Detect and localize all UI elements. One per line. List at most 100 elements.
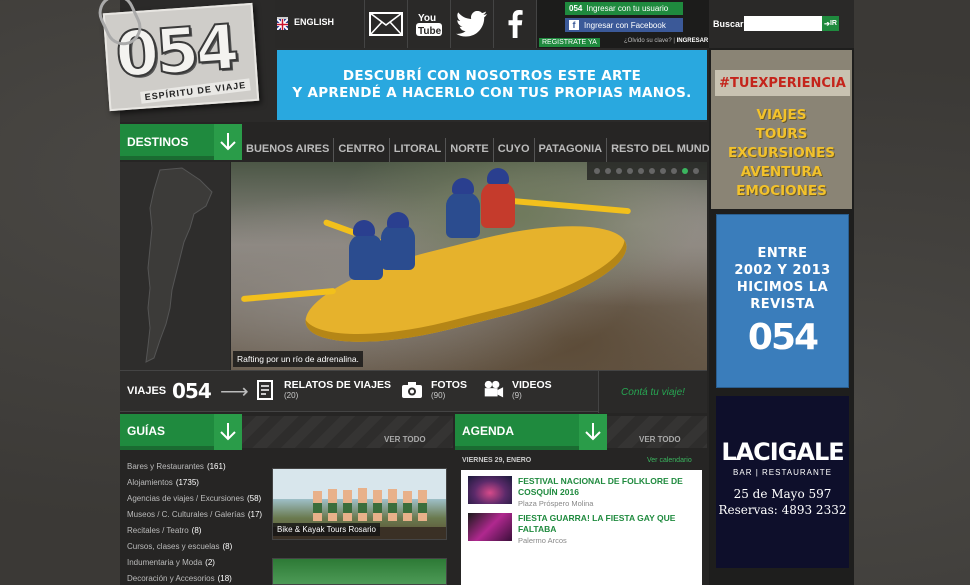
viajes-logo: 054 xyxy=(172,379,212,403)
agenda-event[interactable]: FIESTA GUARRA! LA FIESTA GAY QUE FALTABA… xyxy=(468,513,698,545)
nav-region-norte[interactable]: NORTE xyxy=(446,138,494,162)
slider-dot[interactable] xyxy=(660,168,666,174)
revista-line: HICIMOS LA xyxy=(736,280,829,295)
guia-link[interactable]: Decoración y Accesorios (18) xyxy=(127,574,277,583)
youtube-icon[interactable]: You Tube xyxy=(408,0,451,48)
search-button-label: IR xyxy=(829,20,837,27)
forgot-password-link[interactable]: ¿Olvido su clave? xyxy=(624,38,672,44)
guia-count: (18) xyxy=(217,574,232,583)
guias-title-block[interactable]: GUÍAS xyxy=(120,414,242,450)
enter-link[interactable]: INGRESAR xyxy=(677,38,709,44)
agenda-ver-todo[interactable]: VER TODO xyxy=(639,435,681,444)
nav-region-buenos-aires[interactable]: BUENOS AIRES xyxy=(242,138,335,162)
login-facebook-label: Ingresar con Facebook xyxy=(584,20,666,30)
search-input[interactable] xyxy=(744,16,822,31)
rafter-figure xyxy=(446,192,480,238)
slider-dot-active[interactable] xyxy=(682,168,688,174)
guia-featured-caption: Bike & Kayak Tours Rosario xyxy=(273,523,381,536)
login-user-logo: 054 xyxy=(569,4,583,13)
guia-link[interactable]: Alojamientos (1735) xyxy=(127,478,277,487)
guia-label: Indumentaria y Moda xyxy=(127,558,203,567)
tuexperiencia-item: TOURS xyxy=(755,126,808,142)
argentina-map[interactable] xyxy=(120,162,230,370)
revista-text: ENTRE 2002 Y 2013 HICIMOS LA REVISTA xyxy=(717,245,848,313)
lacigale-phone: Reservas: 4893 2332 xyxy=(718,503,847,517)
lacigale-banner[interactable]: LACIGALE BAR | RESTAURANTE 25 de Mayo 59… xyxy=(716,396,849,568)
revista-banner[interactable]: ENTRE 2002 Y 2013 HICIMOS LA REVISTA 054 xyxy=(716,214,849,388)
promo-line-2: Y APRENDÉ A HACERLO CON TUS PROPIAS MANO… xyxy=(292,85,692,101)
login-user-button[interactable]: 054 Ingresar con tu usuario xyxy=(565,2,683,15)
regions-nav: BUENOS AIRES CENTRO LITORAL NORTE CUYO P… xyxy=(242,138,718,162)
guias-title: GUÍAS xyxy=(127,424,166,438)
fotos-title: FOTOS xyxy=(431,379,467,391)
nav-region-litoral[interactable]: LITORAL xyxy=(390,138,447,162)
chevron-down-icon xyxy=(579,414,607,450)
login-facebook-button[interactable]: f Ingresar con Facebook xyxy=(565,18,683,32)
language-selector[interactable]: ENGLISH xyxy=(275,0,365,48)
rafter-figure xyxy=(349,234,383,280)
facebook-icon[interactable] xyxy=(494,0,537,48)
nav-region-resto-del-mundo[interactable]: RESTO DEL MUNDO xyxy=(607,138,722,162)
uk-flag-icon xyxy=(276,17,289,31)
guia-link[interactable]: Agencias de viajes / Excursiones (58) xyxy=(127,494,277,503)
promo-banner[interactable]: DESCUBRÍ CON NOSOTROS ESTE ARTE Y APREND… xyxy=(275,48,707,122)
guia-count: (17) xyxy=(247,510,263,519)
hero-caption: Rafting por un río de adrenalina. xyxy=(233,351,363,367)
guia-label: Agencias de viajes / Excursiones xyxy=(127,494,244,503)
guia-link[interactable]: Bares y Restaurantes (161) xyxy=(127,462,277,471)
search-button[interactable]: ➔ IR xyxy=(822,16,839,31)
agenda-title-block[interactable]: AGENDA xyxy=(455,414,607,450)
guia-label: Museos / C. Culturales / Galerías xyxy=(127,510,245,519)
mail-icon[interactable] xyxy=(365,0,408,48)
conta-tu-viaje-link[interactable]: Contá tu viaje! xyxy=(598,371,707,413)
hero-slider[interactable]: Rafting por un río de adrenalina. xyxy=(231,162,707,370)
guia-featured-image[interactable]: Bike & Kayak Tours Rosario xyxy=(272,468,447,540)
svg-text:Tube: Tube xyxy=(418,26,442,37)
relatos-link[interactable]: RELATOS DE VIAJES (20) xyxy=(254,379,391,401)
search-label: Buscar xyxy=(713,19,744,29)
guia-link[interactable]: Indumentaria y Moda (2) xyxy=(127,558,277,567)
twitter-icon[interactable] xyxy=(451,0,494,48)
guias-ver-todo[interactable]: VER TODO xyxy=(384,435,426,444)
ver-calendario-link[interactable]: Ver calendario xyxy=(647,457,692,464)
guia-second-image[interactable] xyxy=(272,558,447,585)
guia-link[interactable]: Museos / C. Culturales / Galerías (17) xyxy=(127,510,277,519)
guia-label: Bares y Restaurantes xyxy=(127,462,204,471)
relatos-count: (20) xyxy=(284,391,299,400)
slider-dot[interactable] xyxy=(616,168,622,174)
logo-area[interactable]: 054 ESPÍRITU DE VIAJE xyxy=(92,0,275,122)
guia-link[interactable]: Cursos, clases y escuelas (8) xyxy=(127,542,277,551)
slider-pagination xyxy=(587,162,707,180)
revista-line: ENTRE xyxy=(757,246,808,261)
nav-region-patagonia[interactable]: PATAGONIA xyxy=(535,138,608,162)
guias-header: GUÍAS VER TODO xyxy=(120,414,453,450)
slider-dot[interactable] xyxy=(671,168,677,174)
nav-region-centro[interactable]: CENTRO xyxy=(334,138,390,162)
page-container: 054 ESPÍRITU DE VIAJE ENGLISH You Tube 05… xyxy=(92,0,854,585)
fotos-link[interactable]: FOTOS (90) xyxy=(401,379,467,401)
slider-dot[interactable] xyxy=(649,168,655,174)
notebook-icon xyxy=(254,379,276,401)
relatos-title: RELATOS DE VIAJES xyxy=(284,379,391,391)
agenda-event[interactable]: FESTIVAL NACIONAL DE FOLKLORE DE COSQUÍN… xyxy=(468,476,698,508)
agenda-box: FESTIVAL NACIONAL DE FOLKLORE DE COSQUÍN… xyxy=(461,470,702,585)
lacigale-subtitle: BAR | RESTAURANTE xyxy=(733,468,832,477)
videos-link[interactable]: VIDEOS (9) xyxy=(482,379,552,401)
slider-dot[interactable] xyxy=(627,168,633,174)
nav-region-cuyo[interactable]: CUYO xyxy=(494,138,535,162)
event-image xyxy=(468,513,512,541)
event-title: FIESTA GUARRA! LA FIESTA GAY QUE FALTABA xyxy=(518,513,676,534)
slider-dot[interactable] xyxy=(605,168,611,174)
guia-label: Recitales / Teatro xyxy=(127,526,189,535)
guia-link[interactable]: Recitales / Teatro (8) xyxy=(127,526,277,535)
slider-dot[interactable] xyxy=(693,168,699,174)
helmet-shape xyxy=(487,168,509,184)
slider-dot[interactable] xyxy=(638,168,644,174)
slider-dot[interactable] xyxy=(594,168,600,174)
guia-count: (1735) xyxy=(175,478,199,487)
register-link[interactable]: REGISTRATE YA xyxy=(539,38,600,47)
destinos-header[interactable]: DESTINOS xyxy=(120,124,242,160)
guia-label: Decoración y Accesorios xyxy=(127,574,215,583)
guia-count: (2) xyxy=(205,558,215,567)
tuexperiencia-banner[interactable]: #TUEXPERIENCIA VIAJES TOURS EXCURSIONES … xyxy=(711,50,852,209)
